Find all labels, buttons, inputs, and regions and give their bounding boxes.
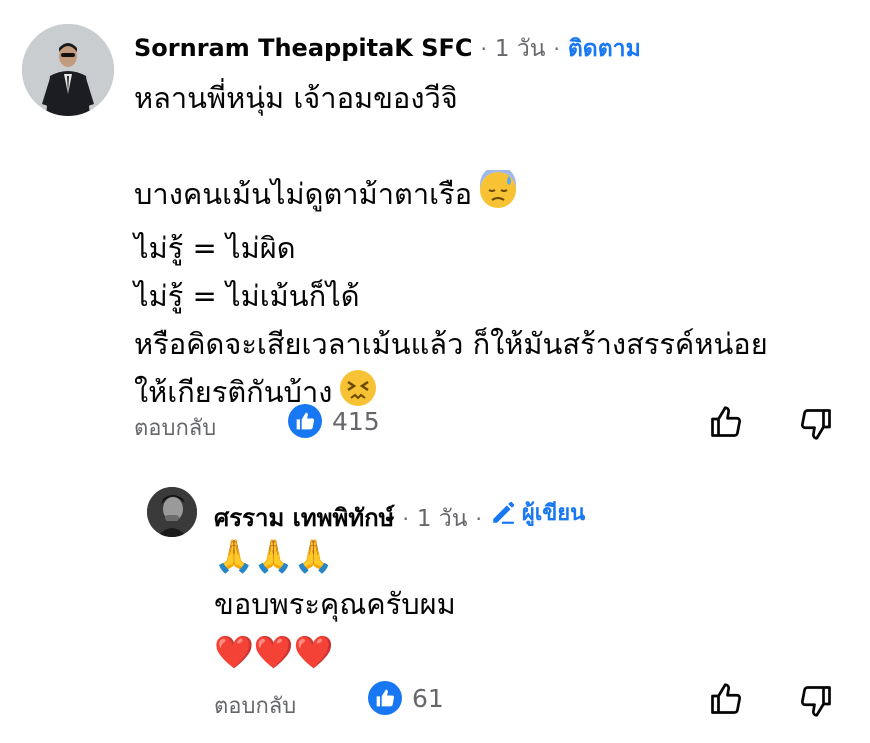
thumbs-up-icon[interactable] [708,681,744,717]
pencil-icon [493,501,514,524]
thumbs-up-icon[interactable] [708,404,744,440]
downcast-sweat-emoji [478,166,518,224]
like-reaction-icon [288,404,322,438]
separator-dot: · [480,37,487,61]
thumbs-down-icon[interactable] [798,406,834,442]
follow-button[interactable]: ติดตาม [568,31,641,67]
separator-dot: · [553,37,560,61]
like-count-value: 61 [412,683,444,713]
separator-dot: · [475,506,482,531]
comment-body: หลานพี่หนุ่ม เจ้าอมของวีจิ บางคนเม้นไม่ด… [134,74,768,422]
reply-button[interactable]: ตอบกลับ [134,410,216,445]
like-reaction-icon [368,681,402,715]
separator-dot: · [402,506,409,531]
commenter-name[interactable]: Sornram TheappitaK SFC [134,34,473,62]
author-badge-label: ผู้เขียน [521,501,586,526]
reply-line: ขอบพระคุณครับผม [214,587,456,621]
reply-line: ❤️❤️❤️ [214,633,334,671]
comment-line: ไม่รู้ = ไม่เม้นก็ได้ [134,279,360,313]
like-count[interactable]: 415 [288,404,380,438]
comment-line: ให้เกียรติกันบ้าง [134,368,768,422]
like-count[interactable]: 61 [368,681,444,715]
reply-body: 🙏🙏🙏 ขอบพระคุณครับผม ❤️❤️❤️ [214,532,456,676]
comment-header: Sornram TheappitaK SFC · 1 วัน · ติดตาม [134,31,641,67]
comment-line [134,122,768,170]
comment-line: ไม่รู้ = ไม่ผิด [134,231,296,265]
comment-line: หลานพี่หนุ่ม เจ้าอมของวีจิ [134,81,458,115]
commenter-avatar[interactable] [22,24,114,116]
reply-header: ศรราม เทพพิทักษ์ · 1 วัน · ผู้เขียน [214,495,585,537]
comment-line: บางคนเม้นไม่ดูตาม้าตาเรือ [134,166,768,224]
like-count-value: 415 [332,406,380,436]
comment-timestamp[interactable]: 1 วัน [495,31,546,67]
reply-line: 🙏🙏🙏 [214,537,334,575]
replier-avatar[interactable] [147,487,197,537]
reply-button[interactable]: ตอบกลับ [214,688,296,723]
thumbs-down-icon[interactable] [798,683,834,719]
comment-line: หรือคิดจะเสียเวลาเม้นแล้ว ก็ให้มันสร้างส… [134,327,768,361]
comment-line-text: บางคนเม้นไม่ดูตาม้าตาเรือ [134,177,473,211]
author-badge: ผู้เขียน [490,495,585,530]
replier-name[interactable]: ศรราม เทพพิทักษ์ [214,498,395,537]
